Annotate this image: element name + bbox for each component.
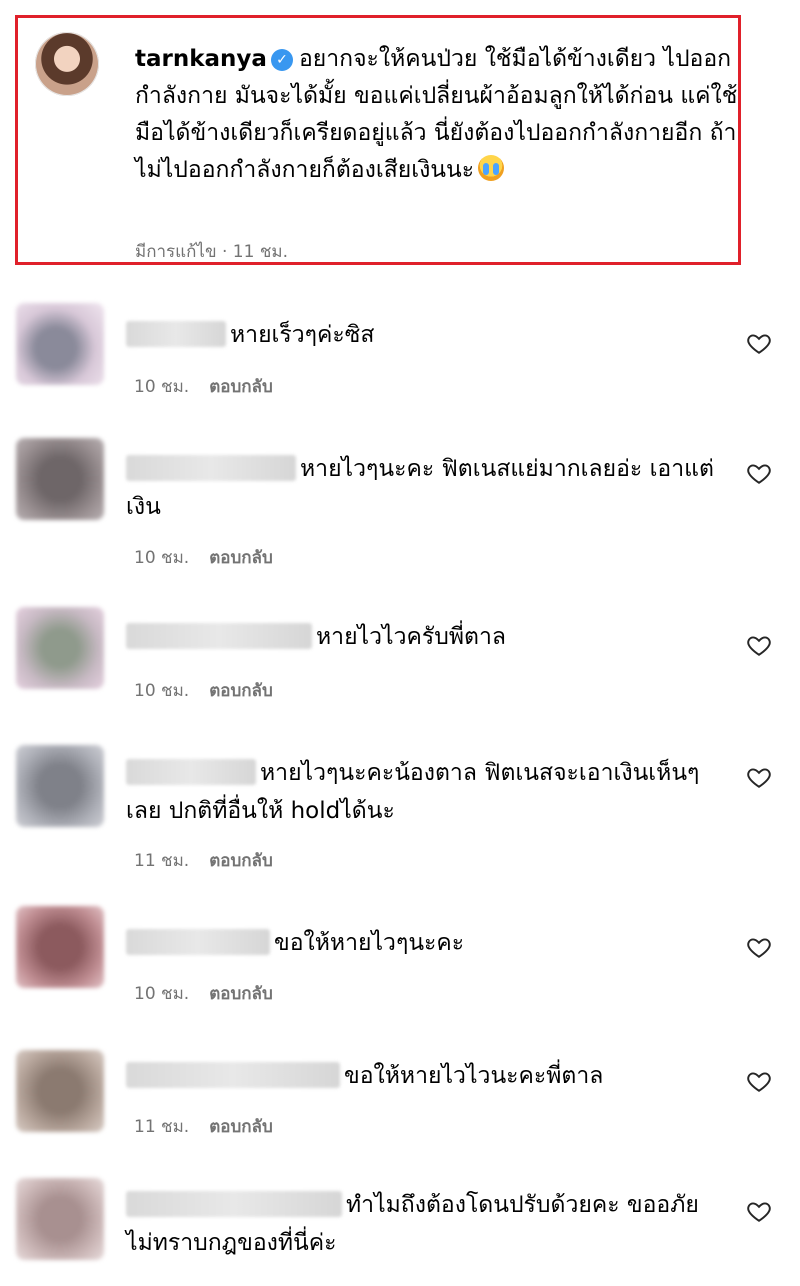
heart-outline-icon[interactable] <box>746 460 772 486</box>
comment-time: 11 ชม. <box>134 851 190 871</box>
blurred-username[interactable] <box>126 929 270 955</box>
highlighted-post-caption: tarnkanya ✓ อยากจะให้คนป่วย ใช้มือได้ข้างเ… <box>15 15 741 265</box>
comment-meta: 10 ชม. ตอบกลับ <box>134 544 273 571</box>
blurred-username[interactable] <box>126 1062 340 1088</box>
reply-button[interactable]: ตอบกลับ <box>209 681 273 701</box>
comment-text: ขอให้หายไวไวนะคะพี่ตาล <box>344 1063 604 1089</box>
reply-button[interactable]: ตอบกลับ <box>209 984 273 1004</box>
comment-meta: 10 ชม. ตอบกลับ <box>134 980 273 1007</box>
commenter-avatar[interactable] <box>16 607 104 689</box>
comment-text: หายเร็วๆค่ะซิส <box>230 322 375 348</box>
blurred-username[interactable] <box>126 1191 342 1217</box>
heart-outline-icon[interactable] <box>746 632 772 658</box>
comment-text: หายไวไวครับพี่ตาล <box>316 624 506 650</box>
reply-button[interactable]: ตอบกลับ <box>209 1117 273 1137</box>
heart-outline-icon[interactable] <box>746 934 772 960</box>
comment-time: 10 ชม. <box>134 681 190 701</box>
commenter-avatar[interactable] <box>16 1050 104 1132</box>
comment-time: 10 ชม. <box>134 377 190 397</box>
commenter-avatar[interactable] <box>16 745 104 827</box>
author-avatar[interactable] <box>35 32 99 96</box>
commenter-avatar[interactable] <box>16 438 104 520</box>
crying-face-emoji <box>478 155 505 181</box>
comment-text-block: ขอให้หายไวๆนะคะ <box>126 924 716 962</box>
comment-text-block: ทำไมถึงต้องโดนปรับด้วยคะ ขออภัยไม่ทราบกฎ… <box>126 1186 716 1262</box>
comment-meta: 10 ชม. ตอบกลับ <box>134 373 273 400</box>
blurred-username[interactable] <box>126 321 226 347</box>
heart-outline-icon[interactable] <box>746 1068 772 1094</box>
comment-text-block: หายเร็วๆค่ะซิส <box>126 316 716 354</box>
commenter-avatar[interactable] <box>16 303 104 385</box>
comment-meta: 11 ชม. ตอบกลับ <box>134 1113 273 1140</box>
comment-text-block: หายไวๆนะคะ ฟิตเนสแย่มากเลยอ่ะ เอาแต่เงิน <box>126 450 716 526</box>
caption-meta: มีการแก้ไข · 11 ชม. <box>135 242 288 262</box>
comment-time: 11 ชม. <box>134 1117 190 1137</box>
commenter-avatar[interactable] <box>16 1178 104 1260</box>
comment-meta: 11 ชม. ตอบกลับ <box>134 847 273 874</box>
commenter-avatar[interactable] <box>16 906 104 988</box>
heart-outline-icon[interactable] <box>746 1198 772 1224</box>
comment-text-block: หายไวๆนะคะน้องตาล ฟิตเนสจะเอาเงินเห็นๆเล… <box>126 754 716 830</box>
reply-button[interactable]: ตอบกลับ <box>209 548 273 568</box>
comment-meta: 10 ชม. ตอบกลับ <box>134 677 273 704</box>
verified-badge-icon: ✓ <box>270 49 293 71</box>
comment-text-block: ขอให้หายไวไวนะคะพี่ตาล <box>126 1057 716 1095</box>
reply-button[interactable]: ตอบกลับ <box>209 851 273 871</box>
blurred-username[interactable] <box>126 759 256 785</box>
comment-time: 10 ชม. <box>134 548 190 568</box>
comment-text-block: หายไวไวครับพี่ตาล <box>126 618 716 656</box>
heart-outline-icon[interactable] <box>746 764 772 790</box>
comment-time: 10 ชม. <box>134 984 190 1004</box>
reply-button[interactable]: ตอบกลับ <box>209 377 273 397</box>
comment-text: ขอให้หายไวๆนะคะ <box>274 930 465 956</box>
heart-outline-icon[interactable] <box>746 330 772 356</box>
blurred-username[interactable] <box>126 455 296 481</box>
author-username[interactable]: tarnkanya <box>135 46 267 72</box>
blurred-username[interactable] <box>126 623 312 649</box>
caption-text-block: tarnkanya ✓ อยากจะให้คนป่วย ใช้มือได้ข้างเ… <box>135 41 741 189</box>
